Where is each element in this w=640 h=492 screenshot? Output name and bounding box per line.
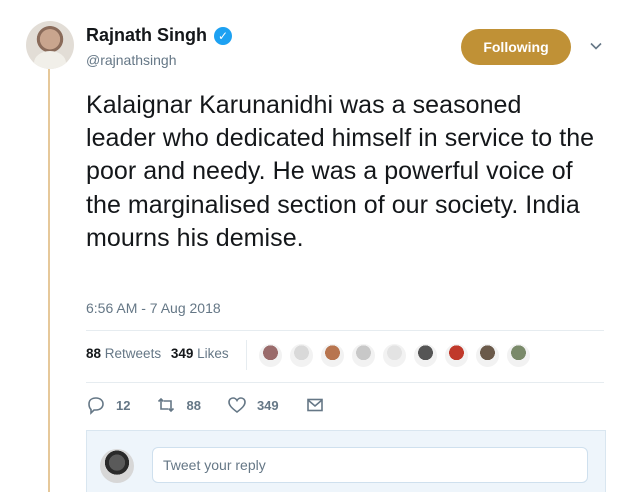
retweets-count: 88: [86, 346, 102, 361]
stats-divider: [246, 340, 247, 370]
likers-avatars: [258, 343, 531, 368]
tweet-actions: 12 88 349: [86, 395, 361, 415]
envelope-icon: [306, 398, 323, 412]
liker-avatar[interactable]: [413, 343, 438, 368]
direct-message-action[interactable]: [305, 395, 335, 415]
retweet-action[interactable]: 88: [156, 395, 201, 415]
liker-avatar[interactable]: [382, 343, 407, 368]
tweet-stats: 88 Retweets 349 Likes: [86, 346, 229, 361]
likes-stat[interactable]: 349 Likes: [171, 346, 229, 361]
current-user-avatar: [100, 449, 134, 483]
reply-count: 12: [116, 397, 131, 413]
reply-icon: [88, 397, 104, 415]
liker-avatar[interactable]: [444, 343, 469, 368]
tweet-timestamp[interactable]: 6:56 AM - 7 Aug 2018: [86, 300, 221, 316]
author-name[interactable]: Rajnath Singh: [86, 25, 207, 46]
retweets-label: Retweets: [104, 346, 162, 361]
chevron-down-icon[interactable]: [590, 40, 602, 52]
heart-icon: [228, 397, 246, 414]
verified-badge-icon: ✓: [214, 27, 232, 45]
liker-avatar[interactable]: [258, 343, 283, 368]
liker-avatar[interactable]: [506, 343, 531, 368]
retweet-count: 88: [186, 397, 201, 413]
liker-avatar[interactable]: [351, 343, 376, 368]
liker-avatar[interactable]: [289, 343, 314, 368]
reply-action[interactable]: 12: [86, 395, 130, 415]
retweets-stat[interactable]: 88 Retweets: [86, 346, 161, 361]
like-action[interactable]: 349: [227, 395, 279, 415]
likes-count: 349: [170, 346, 194, 361]
divider: [86, 330, 604, 331]
tweet-text: Kalaignar Karunanidhi was a seasoned lea…: [86, 91, 595, 252]
divider: [86, 382, 604, 383]
thread-line: [48, 62, 50, 492]
liker-avatar[interactable]: [320, 343, 345, 368]
author-handle[interactable]: @rajnathsingh: [86, 52, 177, 68]
following-button[interactable]: Following: [461, 29, 571, 65]
liker-avatar[interactable]: [475, 343, 500, 368]
like-count: 349: [256, 397, 279, 413]
reply-input[interactable]: [152, 447, 588, 483]
retweet-icon: [158, 397, 175, 413]
author-avatar[interactable]: [26, 21, 74, 69]
likes-label: Likes: [197, 346, 229, 361]
